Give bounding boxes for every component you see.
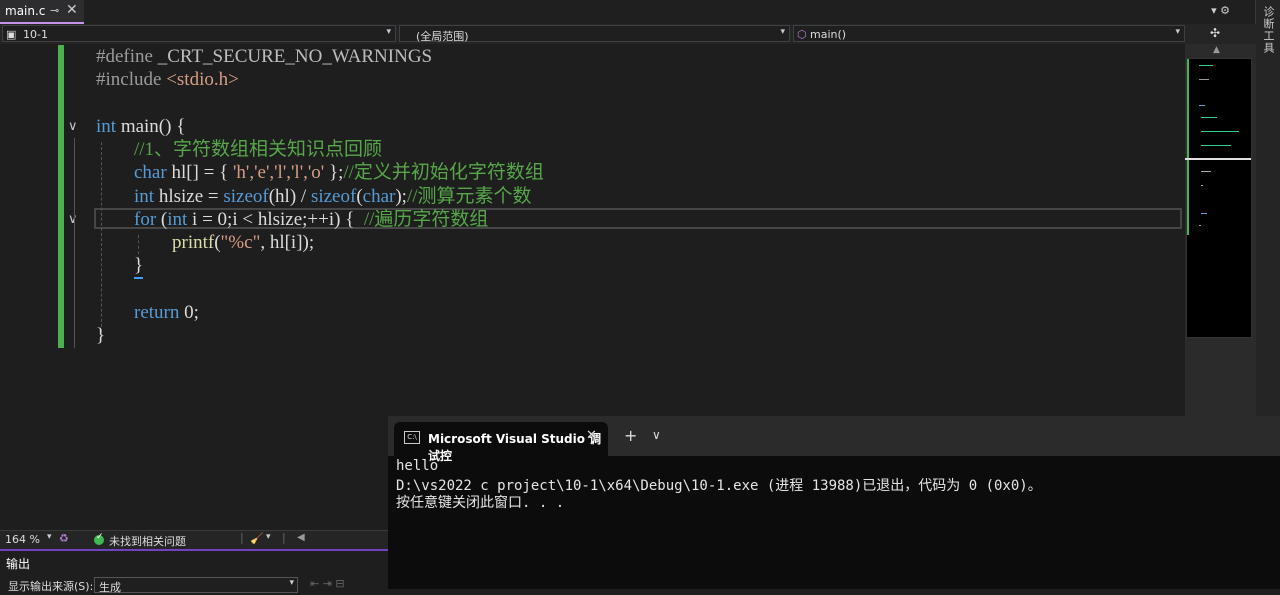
function-dropdown[interactable]: ⬡ main() ▾ xyxy=(793,25,1185,42)
scroll-left-arrow-icon[interactable]: ◀ xyxy=(297,532,305,543)
issues-status[interactable]: 未找到相关问题 xyxy=(109,533,186,549)
chevron-down-icon: ▾ xyxy=(780,27,785,37)
output-toolbar-icons[interactable]: ⇤ ⇥ ⊟ xyxy=(310,577,345,590)
checkmark-icon: ✓ xyxy=(96,532,104,542)
cleanup-brush-icon[interactable]: 🧹 xyxy=(250,532,264,545)
chevron-down-icon[interactable]: ▾ xyxy=(266,532,271,542)
diagnostics-tools-label: 诊断工具 xyxy=(1262,6,1275,54)
editor-status-bar: 164 % ▾ ♻ ✓ 未找到相关问题 | 🧹 ▾ | ◀ xyxy=(0,530,388,549)
code-line-8: for (int i = 0;i < hlsize;++i) { //遍历字符数… xyxy=(134,209,489,230)
minimap-position-marker xyxy=(1185,158,1251,160)
scope-value: (全局范围) xyxy=(416,30,469,43)
code-line-10: } xyxy=(134,255,144,276)
divider: | xyxy=(282,531,286,544)
minimap-line xyxy=(1199,225,1201,226)
pin-icon[interactable]: ⊸ xyxy=(50,4,59,17)
change-tracking-bar xyxy=(58,45,64,348)
chevron-down-icon: ▾ xyxy=(386,27,391,37)
output-source-label: 显示输出来源(S): xyxy=(8,580,94,593)
code-line-13: } xyxy=(96,325,106,346)
minimap-line xyxy=(1199,105,1205,106)
split-editor-icon[interactable]: ✣ xyxy=(1210,26,1220,40)
tab-filename: main.c xyxy=(5,4,46,18)
copilot-icon[interactable]: ♻ xyxy=(59,532,69,545)
console-tab-title: Microsoft Visual Studio 调试控 xyxy=(428,432,602,463)
project-value: 10-1 xyxy=(23,28,48,41)
chevron-down-icon[interactable]: ▾ xyxy=(47,532,52,542)
minimap-line xyxy=(1201,131,1239,132)
function-cube-icon: ⬡ xyxy=(797,28,807,41)
output-title: 输出 xyxy=(6,557,31,571)
minimap-line xyxy=(1201,117,1217,118)
minimap-line xyxy=(1201,185,1203,186)
scope-dropdown[interactable]: (全局范围) ▾ xyxy=(399,25,790,43)
fold-collapse-icon[interactable]: ∨ xyxy=(68,212,78,227)
new-tab-plus-icon[interactable]: + xyxy=(624,426,637,445)
code-line-1: #define _CRT_SECURE_NO_WARNINGS xyxy=(96,46,433,67)
project-dropdown[interactable]: ▣ 10-1 ▾ xyxy=(2,25,396,42)
chevron-down-icon: ▾ xyxy=(289,578,294,588)
close-tab-icon[interactable]: ✕ xyxy=(66,2,78,18)
chevron-down-icon: ▾ xyxy=(1175,27,1180,37)
document-tab-bar: main.c ⊸ ✕ ▾ ⚙ xyxy=(0,0,1256,25)
output-source-value: 生成 xyxy=(99,581,121,594)
text-cursor xyxy=(134,277,143,279)
output-panel: 输出 显示输出来源(S): 生成 ▾ ⇤ ⇥ ⊟ xyxy=(0,549,388,594)
code-line-12: return 0; xyxy=(134,302,199,323)
minimap-line xyxy=(1199,65,1213,66)
minimap-change-bar xyxy=(1187,59,1189,235)
code-minimap[interactable] xyxy=(1185,58,1252,338)
fold-collapse-icon[interactable]: ∨ xyxy=(68,119,78,134)
zoom-level[interactable]: 164 % xyxy=(5,533,40,546)
code-line-2: #include <stdio.h> xyxy=(96,69,239,90)
code-line-7: int hlsize = sizeof(hl) / sizeof(char);/… xyxy=(134,186,532,207)
code-line-9: printf("%c", hl[i]); xyxy=(172,232,315,253)
scroll-up-arrow-icon[interactable]: ▲ xyxy=(1213,45,1220,55)
minimap-line xyxy=(1201,145,1231,146)
close-tab-icon[interactable]: ✕ xyxy=(586,428,597,443)
tab-main-c[interactable]: main.c ⊸ ✕ xyxy=(0,0,84,24)
code-line-4: int main() { xyxy=(96,116,186,137)
divider: | xyxy=(240,531,244,544)
chevron-down-icon[interactable]: ∨ xyxy=(652,428,661,442)
project-icon: ▣ xyxy=(6,28,17,41)
console-line: 按任意键关闭此窗口. . . xyxy=(396,495,565,511)
minimap-line xyxy=(1201,171,1211,172)
console-tab[interactable]: C:\ Microsoft Visual Studio 调试控 ✕ xyxy=(394,422,608,463)
navigation-bar: ▣ 10-1 ▾ (全局范围) ▾ ⬡ main() ▾ ✣ xyxy=(0,24,1256,45)
console-line: hello xyxy=(396,458,439,474)
code-line-6: char hl[] = { 'h','e','l','l','o' };//定义… xyxy=(134,162,544,183)
tab-options-icons[interactable]: ▾ ⚙ xyxy=(1211,4,1230,17)
indent-guide xyxy=(101,142,102,337)
function-value: main() xyxy=(810,28,847,41)
fold-line xyxy=(74,138,75,348)
minimap-line xyxy=(1199,79,1209,80)
minimap-line xyxy=(1201,213,1207,214)
output-source-dropdown[interactable]: 生成 ▾ xyxy=(94,577,298,594)
code-line-5: //1、字符数组相关知识点回顾 xyxy=(134,139,383,160)
terminal-icon: C:\ xyxy=(404,431,420,444)
